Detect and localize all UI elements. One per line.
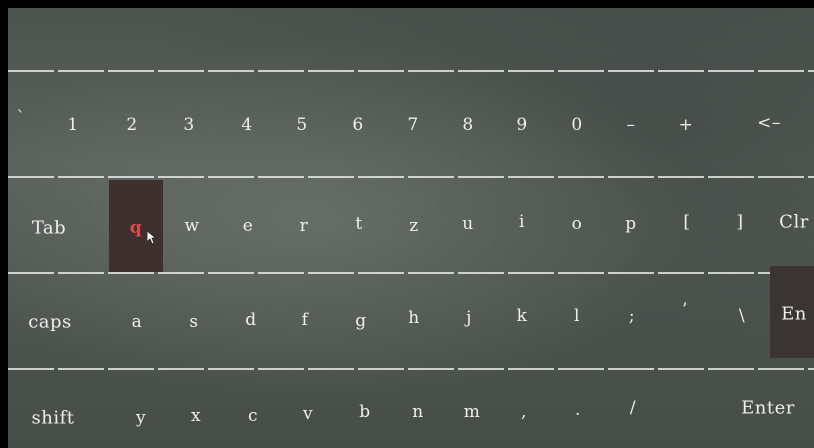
key-comma[interactable]: ,: [521, 402, 527, 422]
key-l[interactable]: l: [574, 306, 580, 326]
key-enter[interactable]: Enter: [741, 398, 795, 419]
key-a[interactable]: a: [132, 312, 143, 332]
key-v[interactable]: v: [303, 404, 313, 424]
key-plus[interactable]: +: [679, 115, 694, 135]
key-6[interactable]: 6: [352, 115, 363, 135]
key-g[interactable]: g: [355, 311, 366, 331]
key-w[interactable]: w: [184, 216, 199, 236]
key-2[interactable]: 2: [126, 115, 137, 135]
key-x[interactable]: x: [191, 406, 201, 426]
key-right-bracket[interactable]: ]: [736, 212, 743, 232]
key-backslash[interactable]: \: [739, 306, 745, 326]
key-c[interactable]: c: [248, 406, 258, 426]
key-p[interactable]: p: [625, 214, 636, 234]
virtual-keyboard: ` 1 2 3 4 5 6 7 8 9 0 – + <– Tab q w e r…: [8, 8, 814, 448]
key-enter-top[interactable]: En: [781, 304, 807, 325]
row-divider: [8, 368, 814, 370]
key-u[interactable]: u: [462, 214, 473, 234]
key-shift[interactable]: shift: [32, 408, 75, 429]
key-d[interactable]: d: [245, 310, 256, 330]
key-left-bracket[interactable]: [: [683, 212, 690, 232]
key-minus[interactable]: –: [627, 115, 636, 135]
key-1[interactable]: 1: [67, 115, 78, 135]
key-backspace[interactable]: <–: [757, 113, 781, 133]
key-4[interactable]: 4: [241, 115, 252, 135]
key-b[interactable]: b: [359, 402, 370, 422]
key-caps[interactable]: caps: [28, 312, 72, 333]
key-n[interactable]: n: [412, 402, 423, 422]
key-r[interactable]: r: [300, 216, 309, 236]
key-o[interactable]: o: [572, 214, 583, 234]
key-f[interactable]: f: [302, 310, 309, 330]
key-backtick[interactable]: `: [17, 108, 26, 128]
key-apostrophe[interactable]: ’: [682, 300, 688, 320]
row-divider: [8, 176, 814, 178]
key-semicolon[interactable]: ;: [629, 306, 635, 326]
key-z[interactable]: z: [409, 216, 418, 236]
key-t[interactable]: t: [355, 214, 362, 234]
key-m[interactable]: m: [464, 402, 481, 422]
key-h[interactable]: h: [408, 308, 419, 328]
key-e[interactable]: e: [243, 216, 254, 236]
key-tab[interactable]: Tab: [32, 218, 66, 239]
key-9[interactable]: 9: [516, 115, 527, 135]
key-clear[interactable]: Clr: [779, 212, 809, 233]
key-slash[interactable]: /: [630, 398, 636, 418]
key-k[interactable]: k: [517, 306, 528, 326]
key-period[interactable]: .: [575, 400, 581, 420]
key-y[interactable]: y: [136, 408, 146, 428]
key-j[interactable]: j: [466, 308, 472, 328]
key-q[interactable]: q: [130, 218, 142, 238]
key-i[interactable]: i: [519, 212, 525, 232]
key-7[interactable]: 7: [407, 115, 418, 135]
key-8[interactable]: 8: [462, 115, 473, 135]
row-divider: [8, 70, 814, 72]
key-0[interactable]: 0: [571, 115, 582, 135]
key-3[interactable]: 3: [183, 115, 194, 135]
key-s[interactable]: s: [189, 312, 198, 332]
row-divider: [8, 272, 814, 274]
key-5[interactable]: 5: [296, 115, 307, 135]
